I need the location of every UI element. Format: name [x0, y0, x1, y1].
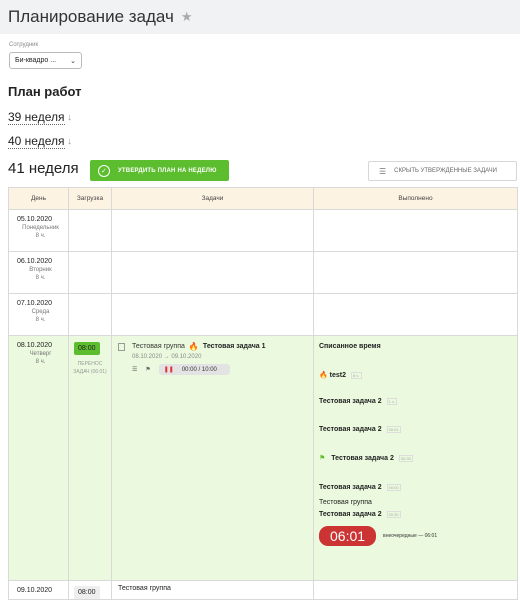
task-name: Тестовая задача 1 — [202, 343, 266, 350]
done-item-name: Тестовая задача 2 — [319, 484, 382, 491]
day-hours: 8 ч. — [35, 233, 46, 239]
check-circle-icon: ✓ — [98, 164, 110, 177]
col-header-load: Загрузка — [68, 187, 112, 210]
done-item-tag: 00:01 — [386, 426, 401, 433]
day-hours: 8 ч. — [35, 275, 46, 281]
task-item[interactable]: Тестовая группа 🔥 Тестовая задача 1 08.1… — [112, 336, 313, 375]
timer-value: 00:00 / 10:00 — [181, 366, 217, 373]
day-date: 08.10.2020 — [17, 342, 53, 349]
arrow-down-icon: ↓ — [67, 112, 72, 123]
arrow-down-icon: ↓ — [67, 136, 72, 147]
approve-plan-button[interactable]: ✓ УТВЕРДИТЬ ПЛАН НА НЕДЕЛЮ — [90, 160, 229, 181]
day-weekday: Четверг — [29, 351, 52, 357]
task-timer[interactable]: ❚❚ 00:00 / 10:00 — [158, 364, 230, 375]
day-date: 07.10.2020 — [17, 300, 53, 307]
employee-label: Сотрудник — [9, 42, 39, 48]
table-row-active: 08.10.2020 Четверг 8 ч. 08:00 ПЕРЕНОС ЗА… — [8, 335, 518, 581]
transfer-tasks-link[interactable]: ПЕРЕНОС ЗАДАЧ (06:01) — [69, 360, 111, 376]
day-date: 06.10.2020 — [17, 258, 53, 265]
done-item-name: Тестовая задача 2 — [319, 398, 382, 405]
done-item: Тестовая задача 2 00:30 — [319, 511, 511, 518]
day-hours: 8 ч. — [35, 359, 46, 365]
plan-title: План работ — [8, 84, 82, 99]
day-weekday: Среда — [31, 309, 50, 315]
done-item-name: Тестовая задача 2 — [319, 511, 382, 518]
table-row: 09.10.2020 08:00 Тестовая группа — [8, 580, 518, 600]
done-item-tag: 00:30 — [398, 455, 413, 462]
approve-plan-label: УТВЕРДИТЬ ПЛАН НА НЕДЕЛЮ — [118, 167, 217, 174]
day-weekday: Вторник — [29, 267, 52, 273]
day-date: 09.10.2020 — [17, 587, 53, 594]
done-item-name: Тестовая задача 2 — [331, 455, 394, 462]
done-item: Тестовая задача 2 1 ч. — [319, 398, 511, 405]
day-date: 05.10.2020 — [17, 216, 53, 223]
top-bar: Планирование задач ★ — [0, 0, 520, 34]
day-hours: 8 ч. — [35, 317, 46, 323]
flag-icon[interactable]: ⚑ — [145, 366, 150, 373]
col-header-day: День — [8, 187, 69, 210]
flag-icon: ⚑ — [319, 455, 326, 462]
fire-icon: 🔥 — [319, 372, 328, 379]
document-icon — [118, 342, 125, 351]
done-item-tag: 00:00 — [386, 484, 401, 491]
hide-approved-button[interactable]: ☰ СКРЫТЬ УТВЕРЖДЕННЫЕ ЗАДАЧИ — [368, 161, 517, 181]
fire-icon: 🔥 — [188, 342, 199, 351]
done-item: Тестовая задача 2 00:00 — [319, 484, 511, 491]
col-header-done: Выполнено — [313, 187, 518, 210]
chevron-down-icon: ⌄ — [70, 57, 76, 65]
done-item: Тестовая задача 2 00:01 — [319, 426, 511, 433]
task-date-from: 08.10.2020 — [132, 354, 163, 360]
employee-value: Би-квадро ... — [15, 57, 57, 64]
menu-icon[interactable]: ☰ — [132, 366, 137, 373]
page-title: Планирование задач — [8, 7, 174, 26]
done-item-name: test2 — [329, 372, 347, 379]
load-badge: 08:00 — [74, 342, 100, 355]
done-list: Списанное время 🔥 test2 8 ч. Тестовая за… — [314, 336, 517, 546]
week-link-40[interactable]: 40 неделя — [8, 135, 65, 149]
done-item: ⚑ Тестовая задача 2 00:30 — [319, 454, 511, 462]
list-icon: ☰ — [379, 166, 387, 176]
day-weekday: Понедельник — [22, 225, 59, 231]
load-badge: 08:00 — [74, 586, 100, 599]
task-group: Тестовая группа — [118, 585, 171, 592]
hide-approved-label: СКРЫТЬ УТВЕРЖДЕННЫЕ ЗАДАЧИ — [394, 168, 497, 174]
table-row: 05.10.2020 Понедельник 8 ч. — [8, 209, 518, 252]
done-item-tag: 8 ч. — [350, 372, 362, 379]
done-item-tag: 00:30 — [386, 511, 401, 518]
task-date-to: 09.10.2020 — [171, 354, 202, 360]
table-row: 06.10.2020 Вторник 8 ч. — [8, 251, 518, 294]
task-group: Тестовая группа — [132, 343, 185, 350]
plan-table: День Загрузка Задачи Выполнено 05.10.202… — [8, 187, 518, 600]
done-item-group: Тестовая группа — [319, 499, 372, 506]
pause-icon[interactable]: ❚❚ — [164, 366, 174, 373]
total-time-badge: 06:01 — [319, 526, 377, 546]
table-row: 07.10.2020 Среда 8 ч. — [8, 293, 518, 336]
employee-select[interactable]: Би-квадро ... ⌄ — [9, 52, 82, 69]
current-week: 41 неделя — [8, 160, 79, 177]
col-header-tasks: Задачи — [111, 187, 314, 210]
week-link-39[interactable]: 39 неделя — [8, 111, 65, 125]
done-item-name: Тестовая задача 2 — [319, 426, 382, 433]
done-heading: Списанное время — [319, 343, 381, 350]
overtime-label: внеочередные — 06:01 — [383, 533, 438, 539]
star-icon[interactable]: ★ — [181, 9, 193, 25]
done-item-tag: 1 ч. — [386, 398, 398, 405]
done-item: 🔥 test2 8 ч. — [319, 371, 511, 379]
